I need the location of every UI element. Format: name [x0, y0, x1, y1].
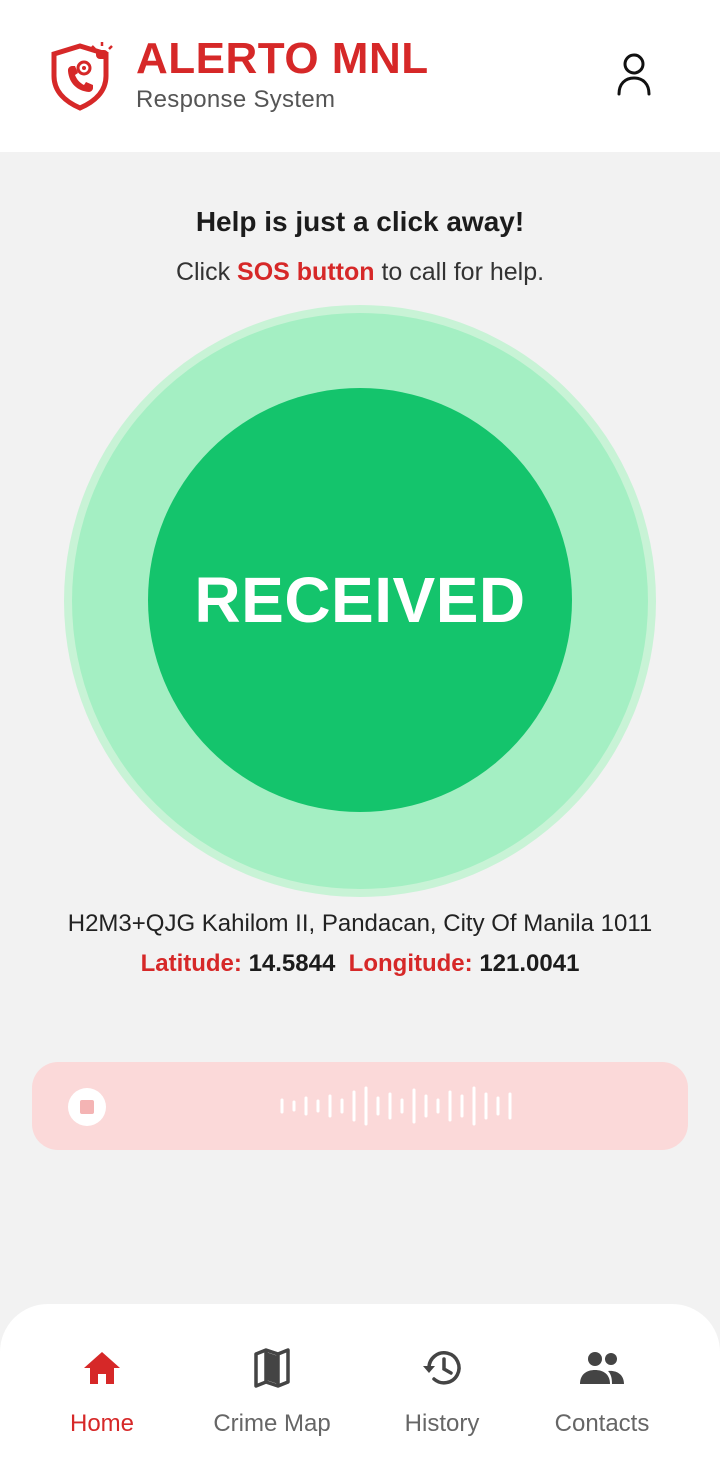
app-title: ALERTO MNL: [136, 34, 429, 83]
map-icon: [248, 1344, 296, 1392]
home-icon: [78, 1344, 126, 1392]
sos-button[interactable]: RECEIVED: [148, 388, 572, 812]
instruction-text: Click SOS button to call for help.: [0, 258, 720, 287]
headline: Help is just a click away!: [195, 206, 525, 237]
shield-phone-alarm-icon: [46, 40, 118, 112]
instruction-suffix: to call for help.: [374, 258, 545, 286]
sos-status-label: RECEIVED: [194, 564, 526, 636]
nav-contacts-label: Contacts: [554, 1410, 650, 1437]
audio-recorder-bar: [32, 1062, 688, 1150]
app-header: ALERTO MNL Response System: [0, 0, 720, 152]
nav-history-label: History: [404, 1410, 480, 1437]
nav-home[interactable]: Home: [12, 1344, 192, 1444]
nav-crime-map-label: Crime Map: [213, 1410, 331, 1437]
location-address: H2M3+QJG Kahilom II, Pandacan, City Of M…: [67, 910, 653, 937]
longitude-label: Longitude:: [348, 950, 473, 977]
contacts-icon: [578, 1344, 626, 1392]
waveform-icon: [280, 1086, 512, 1126]
nav-crime-map[interactable]: Crime Map: [182, 1344, 362, 1444]
stop-recording-button[interactable]: [68, 1088, 106, 1126]
latitude-value: 14.5844: [248, 950, 336, 977]
location-coordinates: Latitude: 14.5844 Longitude: 121.0041: [0, 950, 720, 978]
latitude-label: Latitude:: [140, 950, 242, 977]
history-icon: [418, 1344, 466, 1392]
profile-button[interactable]: [606, 48, 662, 104]
nav-contacts[interactable]: Contacts: [512, 1344, 692, 1444]
longitude-value: 121.0041: [479, 950, 580, 977]
sos-highlight: SOS button: [237, 258, 375, 286]
app-subtitle: Response System: [136, 86, 336, 113]
instruction-prefix: Click: [175, 258, 238, 286]
nav-history[interactable]: History: [352, 1344, 532, 1444]
bottom-navigation: Home Crime Map History Contacts: [0, 1304, 720, 1464]
user-icon: [614, 52, 654, 101]
stop-icon: [80, 1100, 94, 1114]
nav-home-label: Home: [69, 1410, 135, 1437]
